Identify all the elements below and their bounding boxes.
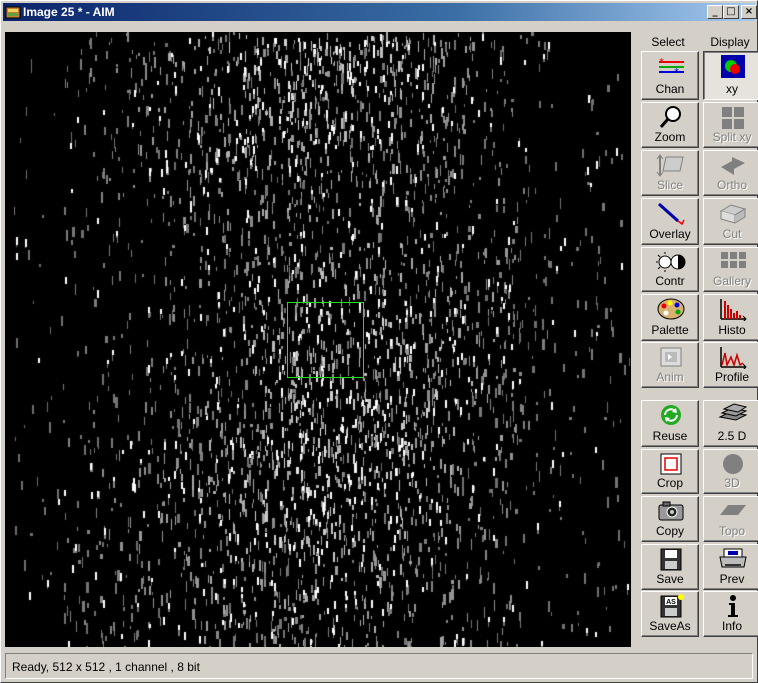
tool-slice-label: Slice: [656, 178, 683, 192]
tool-overlay-button[interactable]: Overlay: [641, 198, 699, 245]
tool-crop-label: Crop: [656, 476, 683, 490]
tool-3d-label: 3D: [724, 476, 740, 490]
title-bar[interactable]: Image 25 * - AIM _ □ ×: [3, 3, 757, 21]
tool-info-button[interactable]: Info: [703, 591, 758, 637]
status-text: Ready, 512 x 512 , 1 channel , 8 bit: [12, 660, 200, 674]
tool-zoom-button[interactable]: Zoom: [641, 102, 699, 148]
tool-ortho-label: Ortho: [716, 178, 747, 192]
printer-icon: [719, 548, 747, 568]
info-icon: [728, 595, 738, 617]
tool-info-label: Info: [721, 619, 742, 633]
tool-chan-button[interactable]: * * Chan: [641, 51, 699, 100]
tool-topo-label: Topo: [718, 524, 746, 538]
roi-rectangle[interactable]: [287, 302, 364, 378]
tool-cut-label: Cut: [722, 227, 742, 241]
tool-slice-button[interactable]: Slice: [641, 150, 699, 196]
tool-save-label: Save: [656, 572, 684, 586]
tool-contr-label: Contr: [655, 274, 685, 288]
close-button[interactable]: ×: [741, 5, 757, 19]
display-panel-header: Display: [710, 35, 750, 49]
tool-gallery-button[interactable]: Gallery: [703, 247, 758, 292]
tool-saveas-button[interactable]: AS SaveAs: [641, 591, 699, 637]
select-panel-header: Select: [651, 35, 685, 49]
tool-reuse-button[interactable]: Reuse: [641, 400, 699, 447]
tool-zoom-label: Zoom: [654, 130, 686, 144]
tool-3d-button[interactable]: 3D: [703, 449, 758, 494]
tool-prev-button[interactable]: Prev: [703, 544, 758, 590]
tool-profile-button[interactable]: Profile: [703, 342, 758, 388]
tool-splitxy-button[interactable]: Split xy: [703, 102, 758, 148]
tool-saveas-label: SaveAs: [649, 619, 691, 633]
floppy-icon: [660, 548, 682, 571]
tool-copy-label: Copy: [655, 524, 684, 538]
tool-overlay-label: Overlay: [649, 227, 691, 241]
stack-icon: [718, 403, 748, 421]
tool-gallery-label: Gallery: [712, 274, 751, 288]
cut-icon: [719, 204, 747, 224]
recycle-icon: [661, 405, 681, 425]
xy-image-icon: [721, 55, 745, 78]
tool-ortho-button[interactable]: Ortho: [703, 150, 758, 196]
tool-chan-label: Chan: [655, 82, 685, 96]
app-icon: [5, 6, 21, 19]
split-grid-icon: [722, 107, 744, 129]
film-icon: [660, 347, 682, 367]
tool-copy-button[interactable]: Copy: [641, 496, 699, 542]
camera-icon: [658, 501, 684, 521]
maximize-button[interactable]: □: [723, 5, 739, 19]
crop-icon: [660, 453, 682, 475]
channels-icon: **: [659, 57, 684, 78]
tool-contr-button[interactable]: Contr: [641, 247, 699, 292]
tool-25d-button[interactable]: 2.5 D: [703, 400, 758, 447]
svg-text:*: *: [659, 57, 664, 68]
ortho-icon: [721, 157, 745, 175]
tool-cut-button[interactable]: Cut: [703, 198, 758, 245]
tool-histo-button[interactable]: Histo: [703, 294, 758, 341]
tool-histo-label: Histo: [718, 323, 746, 337]
tool-anim-button[interactable]: Anim: [641, 342, 699, 388]
window-title: Image 25 * - AIM: [23, 5, 115, 19]
magnifier-icon: [659, 106, 681, 128]
image-left-margin: [5, 32, 14, 647]
minimize-button[interactable]: _: [707, 5, 723, 19]
saveas-floppy-text: AS: [666, 599, 676, 606]
tool-crop-button[interactable]: Crop: [641, 449, 699, 494]
sphere-icon: [723, 454, 743, 474]
tool-reuse-label: Reuse: [652, 429, 688, 443]
svg-text:*: *: [674, 67, 679, 78]
tool-palette-label: Palette: [651, 323, 689, 337]
palette-icon: [657, 298, 685, 320]
tool-anim-label: Anim: [656, 370, 684, 384]
tool-xy-button[interactable]: xy: [703, 51, 758, 100]
tool-save-button[interactable]: Save: [641, 544, 699, 590]
gallery-grid-icon: [721, 252, 746, 268]
tool-25d-label: 2.5 D: [717, 429, 747, 443]
tool-palette-button[interactable]: Palette: [641, 294, 699, 341]
tool-profile-label: Profile: [714, 370, 749, 384]
floppy-as-icon: AS: [660, 594, 684, 618]
tool-topo-button[interactable]: Topo: [703, 496, 758, 542]
contrast-icon: [656, 252, 686, 272]
profile-icon: [720, 347, 747, 369]
pen-icon: [657, 202, 685, 225]
image-view[interactable]: [14, 32, 631, 647]
slice-icon: [656, 154, 684, 177]
tool-xy-label: xy: [726, 82, 738, 96]
status-bar: Ready, 512 x 512 , 1 channel , 8 bit: [5, 653, 753, 679]
app-window: Image 25 * - AIM _ □ × Select Display * *…: [0, 0, 758, 683]
topo-icon: [720, 505, 746, 515]
tool-prev-label: Prev: [719, 572, 745, 586]
histogram-icon: [720, 299, 747, 321]
tool-splitxy-label: Split xy: [712, 130, 752, 144]
